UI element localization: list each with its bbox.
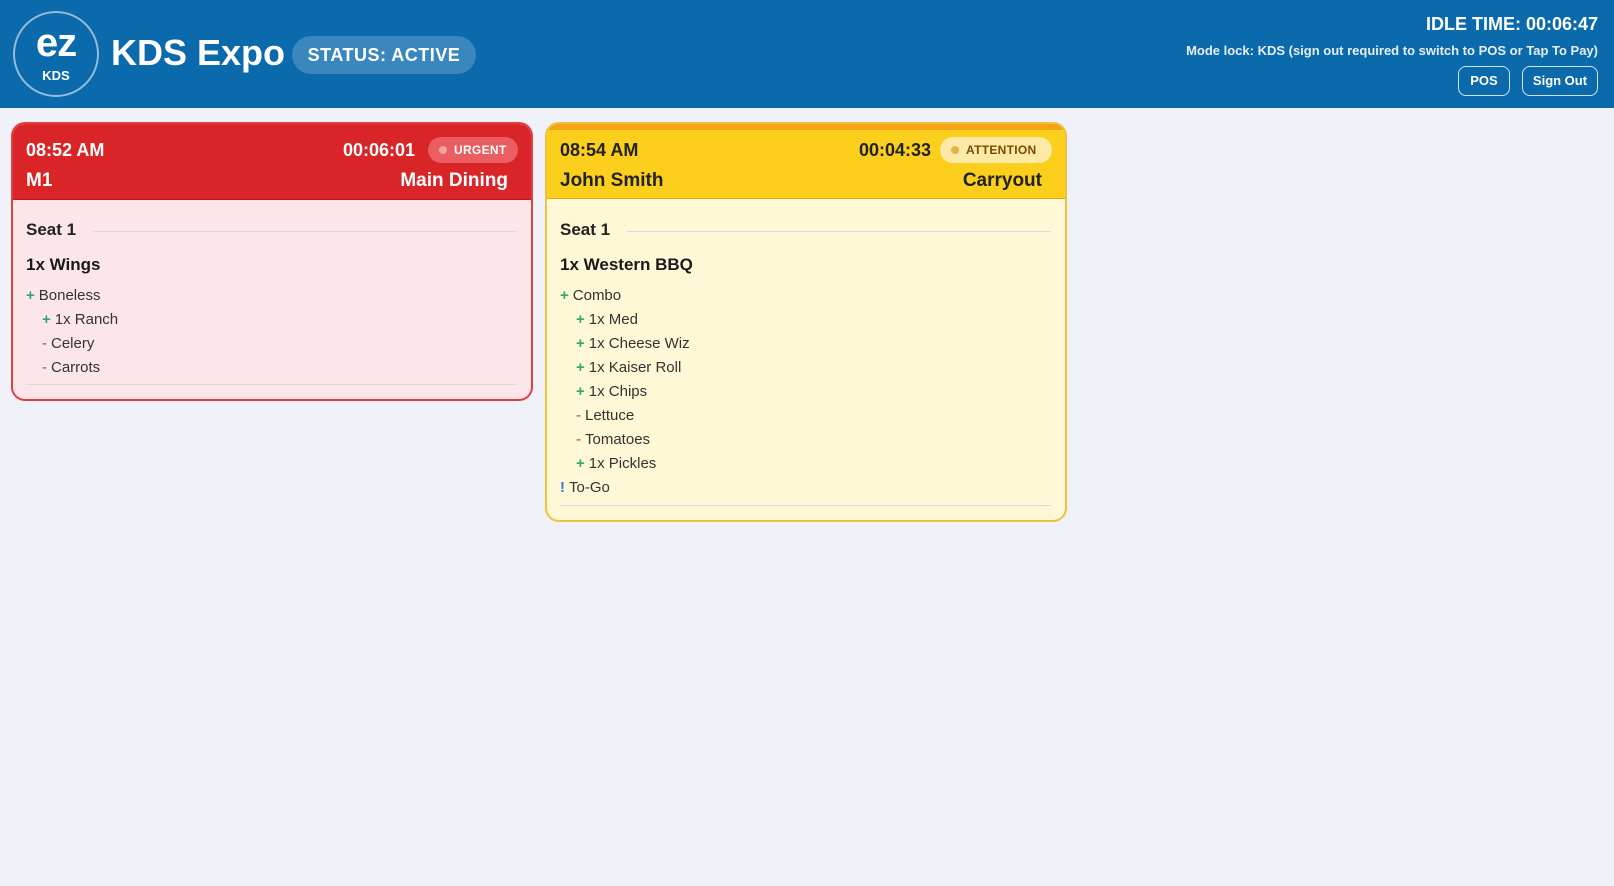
plus-icon: + (26, 287, 35, 304)
plus-icon: + (576, 335, 585, 352)
modifier-item: ! To-Go (560, 479, 610, 496)
modifier-item: - Lettuce (576, 407, 634, 424)
modifier-text: 1x Med (588, 311, 638, 328)
seat-label: Seat 1 (26, 220, 77, 239)
modifier-text: Carrots (51, 359, 101, 376)
modifier-item: + Boneless (26, 287, 100, 304)
modifier-text: Boneless (38, 287, 101, 304)
badge-label: URGENT (454, 143, 507, 157)
mode-lock-text: Mode lock: KDS (sign out required to swi… (1186, 43, 1598, 58)
item-divider (560, 505, 1051, 506)
modifier-item: +1x Kaiser Roll (576, 359, 681, 376)
modifier-text: 1x Cheese Wiz (588, 335, 690, 352)
ticket-time: 08:52 AM (26, 140, 105, 160)
modifier-text: 1x Kaiser Roll (588, 359, 682, 376)
modifier-item: + Combo (560, 287, 621, 304)
ticket-order-type: Carryout (962, 170, 1042, 191)
modifier-item: +1x Cheese Wiz (576, 335, 690, 352)
ticket-time: 08:54 AM (560, 140, 639, 160)
logo-text: ez (35, 21, 77, 65)
modifier-item: - Celery (42, 335, 94, 352)
modifier-text: Tomatoes (585, 431, 651, 448)
minus-icon: - (576, 407, 581, 424)
minus-icon: - (42, 335, 47, 352)
modifier-text: Combo (572, 287, 622, 304)
ticket-card[interactable]: 08:52 AM 00:06:01 URGENT M1 Main Dining … (11, 122, 533, 401)
plus-icon: + (576, 359, 585, 376)
modifier-text: 1x Ranch (54, 311, 119, 328)
note-icon: ! (560, 479, 565, 496)
modifier-text: Lettuce (585, 407, 635, 424)
minus-icon: - (42, 359, 47, 376)
item-divider (26, 384, 517, 385)
modifier-item: +1x Ranch (42, 311, 118, 328)
pos-button[interactable]: POS (1458, 66, 1510, 96)
ticket-elapsed: 00:06:01 (342, 140, 415, 160)
ticket-order-type: Main Dining (400, 170, 508, 191)
modifier-text: 1x Chips (588, 383, 648, 400)
plus-icon: + (576, 455, 585, 472)
seat-label: Seat 1 (560, 220, 611, 239)
header-bar: ez KDS KDS Expo STATUS: ACTIVE IDLE TIME… (0, 0, 1614, 108)
modifier-text: 1x Pickles (588, 455, 657, 472)
status-dot-icon (439, 146, 447, 154)
urgent-badge: URGENT (428, 137, 518, 163)
modifier-item: +1x Med (576, 311, 638, 328)
logo-subtext: KDS (42, 68, 70, 83)
modifier-text: Celery (51, 335, 95, 352)
plus-icon: + (576, 383, 585, 400)
plus-icon: + (560, 287, 569, 304)
ticket-header: 08:54 AM 00:04:33 ATTENTION John Smith C… (547, 124, 1065, 199)
seat-divider (93, 231, 517, 232)
plus-icon: + (576, 311, 585, 328)
ticket-order-id: John Smith (560, 170, 664, 191)
item-title: 1x Wings (26, 255, 101, 274)
modifier-item: +1x Pickles (576, 455, 656, 472)
ticket-card[interactable]: 08:54 AM 00:04:33 ATTENTION John Smith C… (545, 122, 1067, 522)
status-dot-icon (951, 146, 959, 154)
badge-label: ATTENTION (966, 143, 1037, 157)
plus-icon: + (42, 311, 51, 328)
item-title: 1x Western BBQ (560, 255, 693, 274)
attention-badge: ATTENTION (940, 137, 1052, 163)
modifier-item: - Tomatoes (576, 431, 650, 448)
ticket-order-id: M1 (26, 170, 53, 191)
ticket-header: 08:52 AM 00:06:01 URGENT M1 Main Dining (13, 124, 531, 200)
seat-divider (627, 231, 1051, 232)
sign-out-button[interactable]: Sign Out (1522, 66, 1598, 96)
status-badge: STATUS: ACTIVE (292, 36, 476, 74)
minus-icon: - (576, 431, 581, 448)
page-title: KDS Expo (111, 32, 286, 73)
modifier-text: To-Go (569, 479, 610, 496)
ez-kds-logo: ez KDS (15, 13, 97, 95)
modifier-item: +1x Chips (576, 383, 647, 400)
modifier-item: - Carrots (42, 359, 100, 376)
ticket-elapsed: 00:04:33 (858, 140, 931, 160)
idle-time: IDLE TIME: 00:06:47 (1425, 14, 1598, 34)
